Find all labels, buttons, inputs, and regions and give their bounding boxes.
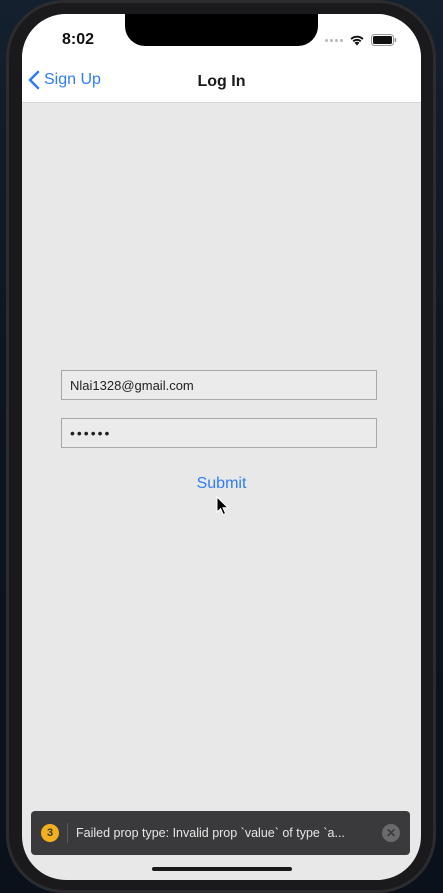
navigation-bar: Sign Up Log In: [22, 68, 421, 103]
toast-message: Failed prop type: Invalid prop `value` o…: [76, 826, 345, 840]
wifi-icon: [350, 35, 364, 46]
warning-count-badge: 3: [41, 824, 59, 842]
login-content: Submit: [22, 103, 421, 880]
toast-divider: [67, 823, 68, 843]
home-indicator[interactable]: [152, 867, 292, 871]
camera-notch: [125, 14, 318, 46]
battery-icon: [371, 34, 397, 46]
email-field[interactable]: [61, 370, 377, 400]
submit-button[interactable]: Submit: [22, 475, 421, 493]
password-field[interactable]: [61, 418, 377, 448]
status-icons: [325, 34, 397, 46]
close-icon[interactable]: ✕: [382, 824, 400, 842]
status-time: 8:02: [62, 31, 95, 48]
page-title: Log In: [197, 73, 246, 90]
status-bar: 8:02: [22, 14, 421, 68]
mouse-pointer-icon: [216, 496, 230, 516]
app-screen: 8:02 Sign Up Log In Nlai1328@gmail.com •…: [22, 14, 421, 880]
signal-icon: [325, 38, 343, 42]
warning-toast[interactable]: 3 Failed prop type: Invalid prop `value`…: [31, 811, 410, 855]
